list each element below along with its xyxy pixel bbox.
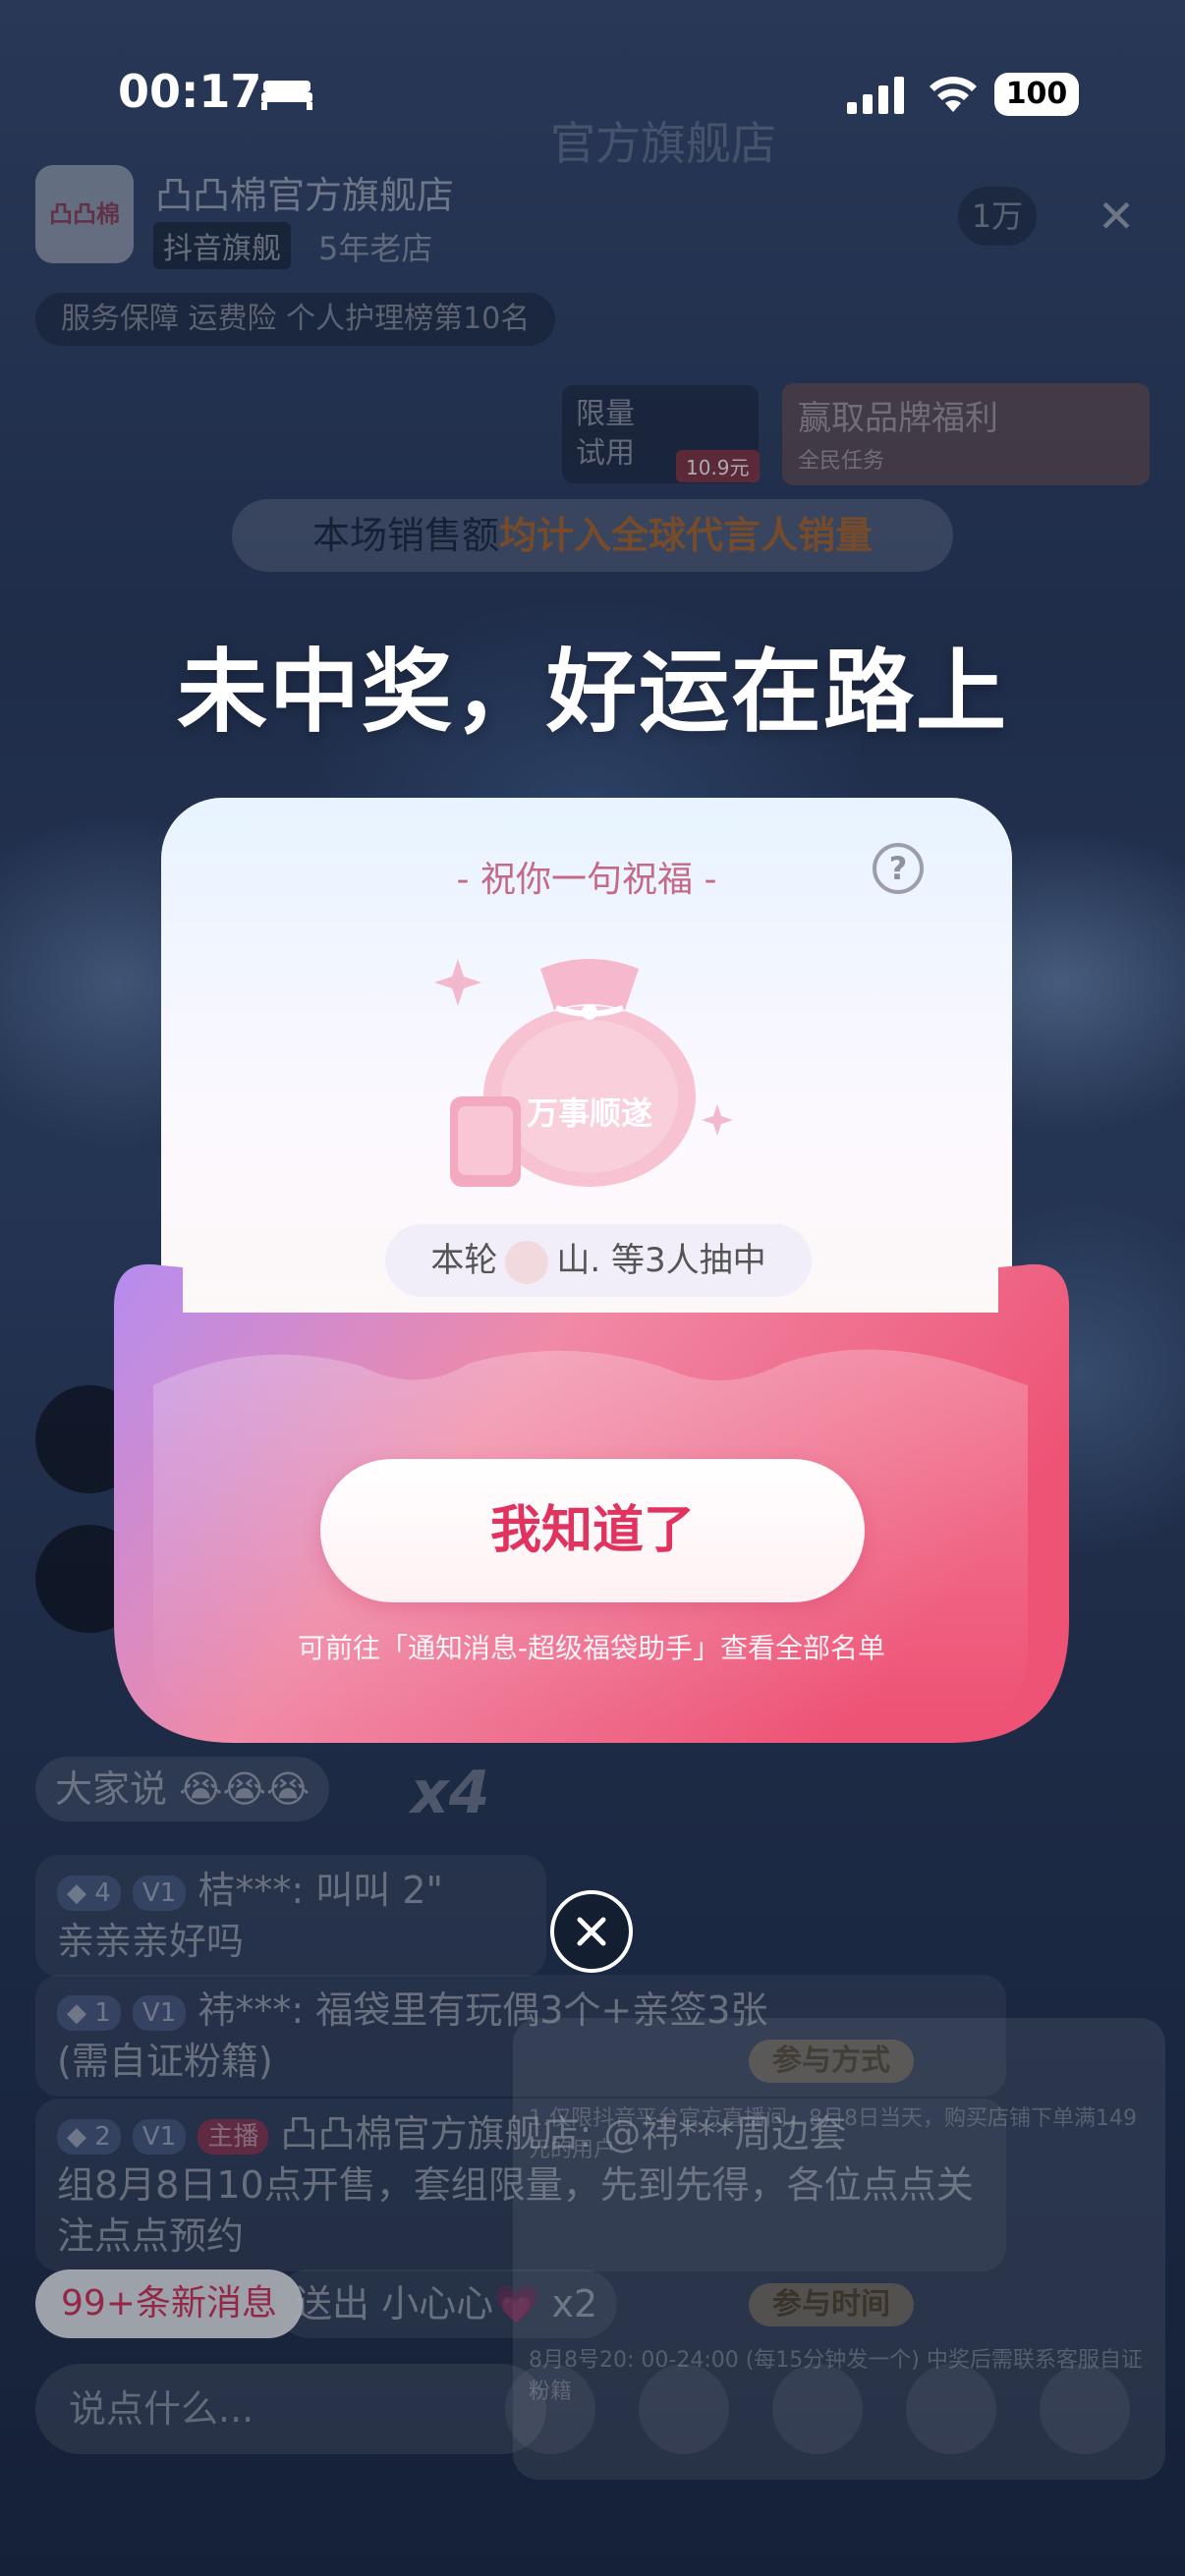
card-title-text: 祝你一句祝福 — [480, 860, 693, 900]
result-headline: 未中奖，好运在路上 — [176, 640, 1008, 745]
wifi-icon — [930, 77, 977, 112]
confirm-button[interactable]: 我知道了 — [320, 1459, 865, 1602]
status-time: 00:17 — [118, 65, 262, 118]
close-icon — [577, 1917, 606, 1946]
battery-indicator: 100 — [994, 73, 1079, 116]
close-modal-button[interactable] — [550, 1890, 633, 1973]
hint-text: 可前往「通知消息-超级福袋助手」查看全部名单 — [297, 1632, 886, 1664]
bag-text: 万事顺遂 — [526, 1094, 652, 1132]
sleep-focus-icon — [261, 81, 312, 110]
cellular-signal-icon — [847, 77, 904, 114]
lucky-bag-illustration — [434, 959, 733, 1187]
help-icon[interactable]: ? — [873, 843, 924, 894]
